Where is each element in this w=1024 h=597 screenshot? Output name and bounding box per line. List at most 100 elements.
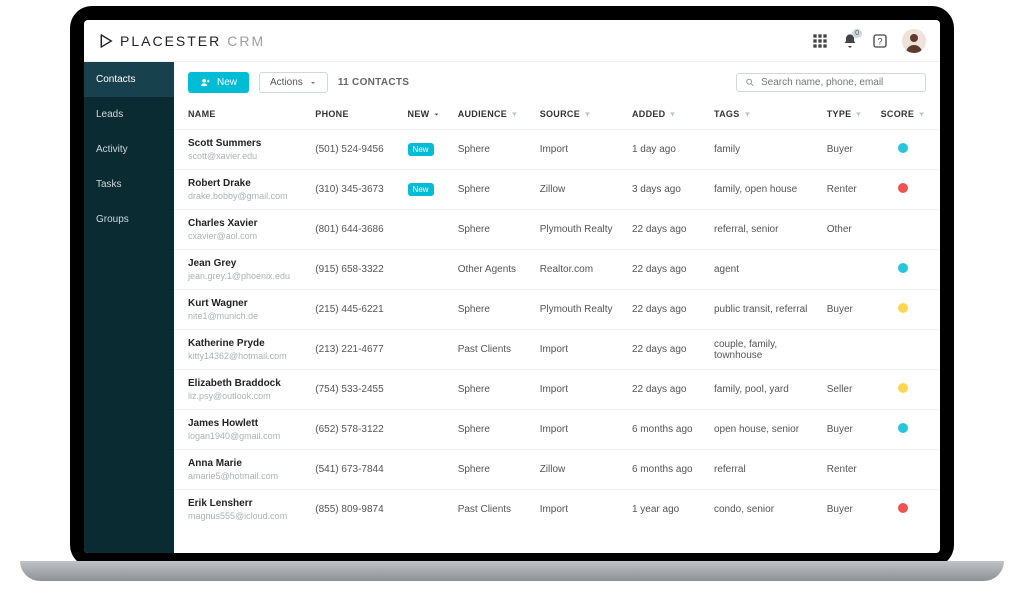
contact-tags: referral, senior (714, 224, 778, 235)
table-row[interactable]: Anna Marieamarie5@hotmail.com(541) 673-7… (174, 450, 940, 490)
contact-phone: (915) 658-3322 (315, 264, 383, 275)
sidebar-item-label: Groups (96, 214, 129, 225)
contact-source: Plymouth Realty (540, 224, 613, 235)
score-dot (898, 503, 908, 513)
table-row[interactable]: Erik Lensherr magnus555@icloud.com (855) 8… (174, 490, 940, 530)
sidebar-item-contacts[interactable]: Contacts (84, 62, 174, 97)
contact-source: Import (540, 344, 568, 355)
contact-phone: (310) 345-3673 (315, 184, 383, 195)
contact-phone: (855) 809-9874 (315, 504, 383, 515)
table-row[interactable]: Kurt Wagner nite1@munich.de (215) 445-6221… (174, 290, 940, 330)
contact-type: Other (827, 224, 852, 235)
sidebar-item-activity[interactable]: Activity (84, 132, 174, 167)
contact-source: Import (540, 384, 568, 395)
col-added[interactable]: ADDED (632, 109, 677, 119)
search-input[interactable] (761, 77, 917, 88)
contact-tags: family, open house (714, 184, 797, 195)
contact-name: Katherine Pryde (188, 338, 299, 349)
contact-source: Plymouth Realty (540, 304, 613, 315)
contact-name: Charles Xavier (188, 218, 299, 229)
toolbar: New Actions 11 CONTACTS (174, 62, 940, 103)
table-row[interactable]: Jean Greyjean.grey.1@phoenix.edu(915) 65… (174, 250, 940, 290)
filter-icon (669, 111, 676, 118)
main: New Actions 11 CONTACTS (174, 62, 940, 553)
sidebar-item-groups[interactable]: Groups (84, 202, 174, 237)
new-badge: New (408, 183, 434, 196)
score-dot (898, 343, 908, 353)
contact-email: cxavier@aol.com (188, 231, 299, 241)
col-new[interactable]: NEW (408, 109, 441, 119)
contact-phone: (541) 673-7844 (315, 464, 383, 475)
contact-tags: family, pool, yard (714, 384, 789, 395)
sidebar-item-tasks[interactable]: Tasks (84, 167, 174, 202)
col-source[interactable]: SOURCE (540, 109, 591, 119)
score-dot (898, 223, 908, 233)
contact-audience: Sphere (458, 424, 490, 435)
avatar[interactable] (902, 29, 926, 53)
avatar-icon (902, 29, 926, 53)
table-row[interactable]: Charles Xavier cxavier@aol.com (801) 644-3… (174, 210, 940, 250)
contact-name: Erik Lensherr (188, 498, 299, 509)
contact-added: 22 days ago (632, 384, 687, 395)
contact-phone: (215) 445-6221 (315, 304, 383, 315)
score-dot (898, 263, 908, 273)
apps-grid-icon (812, 33, 828, 49)
apps-button[interactable] (812, 33, 828, 49)
contact-name: Kurt Wagner (188, 298, 299, 309)
contact-tags: agent (714, 264, 739, 275)
contact-added: 22 days ago (632, 224, 687, 235)
contact-email: drake.bobby@gmail.com (188, 191, 299, 201)
contact-source: Import (540, 504, 568, 515)
contact-tags: condo, senior (714, 504, 774, 515)
help-icon: ? (872, 33, 888, 49)
contact-added: 22 days ago (632, 304, 687, 315)
search-icon (745, 77, 755, 88)
contact-audience: Sphere (458, 304, 490, 315)
contact-email: nite1@munich.de (188, 311, 299, 321)
sidebar: Contacts Leads Activity Tasks Groups (84, 62, 174, 553)
new-badge: New (408, 143, 434, 156)
sidebar-item-label: Contacts (96, 74, 135, 85)
table-row[interactable]: Elizabeth Braddockliz.psy@outlook.com(75… (174, 370, 940, 410)
contact-added: 22 days ago (632, 344, 687, 355)
contact-added: 6 months ago (632, 464, 693, 475)
logo-icon (98, 33, 114, 49)
col-tags[interactable]: TAGS (714, 109, 751, 119)
table-row[interactable]: James Howlettlogan1940@gmail.com(652) 57… (174, 410, 940, 450)
sidebar-item-label: Tasks (96, 179, 122, 190)
contact-tags: public transit, referral (714, 304, 807, 315)
new-button[interactable]: New (188, 72, 249, 93)
table-row[interactable]: Katherine Prydekitty14362@hotmail.com(21… (174, 330, 940, 370)
sidebar-item-label: Leads (96, 109, 123, 120)
filter-icon (744, 111, 751, 118)
new-button-label: New (217, 77, 237, 88)
contact-email: jean.grey.1@phoenix.edu (188, 271, 299, 281)
sidebar-item-leads[interactable]: Leads (84, 97, 174, 132)
contact-tags: referral (714, 464, 746, 475)
col-audience[interactable]: AUDIENCE (458, 109, 518, 119)
contact-type: Seller (827, 384, 853, 395)
actions-button[interactable]: Actions (259, 72, 328, 93)
score-dot (898, 303, 908, 313)
brand: PLACESTER CRM (98, 33, 265, 49)
help-button[interactable]: ? (872, 33, 888, 49)
sort-desc-icon (433, 111, 440, 118)
col-phone[interactable]: PHONE (315, 109, 349, 119)
table-row[interactable]: Scott Summersscott@xavier.edu(501) 524-9… (174, 130, 940, 170)
score-dot (898, 383, 908, 393)
col-name[interactable]: NAME (188, 109, 216, 119)
contact-added: 22 days ago (632, 264, 687, 275)
contact-audience: Past Clients (458, 344, 511, 355)
search-input-wrap[interactable] (736, 73, 926, 92)
contact-added: 3 days ago (632, 184, 681, 195)
contact-source: Import (540, 144, 568, 155)
contact-phone: (501) 524-9456 (315, 144, 383, 155)
table-row[interactable]: Robert Drakedrake.bobby@gmail.com(310) 3… (174, 170, 940, 210)
contact-audience: Sphere (458, 384, 490, 395)
col-score[interactable]: SCORE (881, 109, 926, 119)
col-type[interactable]: TYPE (827, 109, 863, 119)
contact-phone: (801) 644-3686 (315, 224, 383, 235)
contact-email: magnus555@icloud.com (188, 511, 299, 521)
notifications-button[interactable]: 0 (842, 33, 858, 49)
contact-audience: Sphere (458, 144, 490, 155)
